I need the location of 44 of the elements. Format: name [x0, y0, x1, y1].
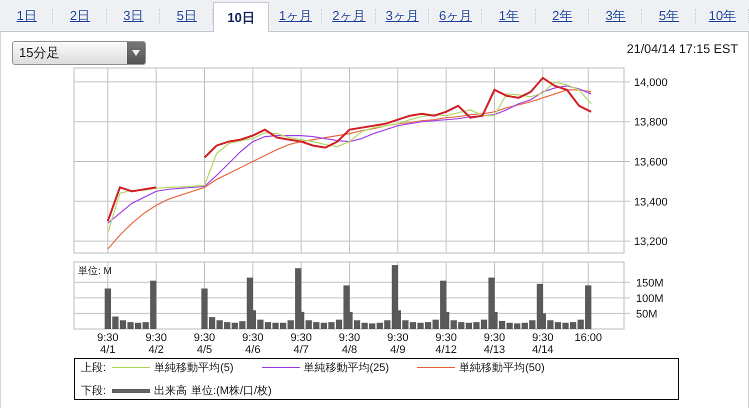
period-tab[interactable]: 5年 [642, 0, 696, 31]
axis-title: 単位: M [78, 266, 112, 277]
axis-label: 16:00 [574, 332, 602, 344]
axis-label: 13,600 [634, 156, 668, 168]
period-tab[interactable]: 3年 [588, 0, 642, 31]
timestamp: 21/04/14 17:15 EST [626, 42, 738, 56]
axis-label: 13,200 [634, 236, 668, 248]
period-tab[interactable]: 2日 [53, 0, 107, 31]
interval-dropdown[interactable]: 15分足 [12, 41, 146, 65]
axis-label: 9:30 4/1 [97, 332, 119, 356]
axis-label: 9:30 4/13 [484, 332, 506, 356]
period-tab[interactable]: 6ヶ月 [428, 0, 482, 31]
axis-label: 9:30 4/2 [145, 332, 167, 356]
axis-label: 50M [636, 308, 658, 320]
period-tab[interactable]: 1ヶ月 [268, 0, 322, 31]
axis-label: 9:30 4/5 [194, 332, 216, 356]
caret-icon [132, 50, 140, 56]
period-tab[interactable]: 2ヶ月 [322, 0, 376, 31]
legend-label: 単純移動平均(50) [459, 361, 545, 375]
legend-label: 単純移動平均(25) [304, 361, 390, 375]
axis-label: 150M [636, 277, 664, 290]
axis-label: 14,000 [634, 76, 668, 89]
legend-label: 単位:(M株/口/枚) [191, 384, 272, 398]
legend-label: 上段: [81, 361, 106, 375]
axis-label: 13,400 [634, 196, 668, 208]
axis-label: 9:30 4/9 [387, 332, 409, 356]
period-tab[interactable]: 3日 [106, 0, 160, 31]
legend-label: 下段: [81, 384, 106, 398]
axis-label: 9:30 4/7 [290, 332, 312, 356]
axis-label: 9:30 4/12 [435, 332, 457, 356]
axis-label: 9:30 4/8 [338, 332, 360, 356]
period-tab[interactable]: 1日 [0, 0, 54, 31]
axis-label: 100M [636, 292, 664, 305]
period-tab[interactable]: 3ヶ月 [376, 0, 429, 31]
axis-label: 9:30 4/14 [532, 332, 554, 356]
period-tab[interactable]: 1年 [482, 0, 536, 31]
period-tab[interactable]: 2年 [536, 0, 589, 31]
period-tab[interactable]: 10年 [696, 0, 749, 31]
legend-label: 出来高 [154, 384, 188, 398]
legend-label: 単純移動平均(5) [154, 361, 234, 375]
axis-label: 13,800 [634, 116, 668, 129]
period-tab[interactable]: 5日 [160, 0, 214, 31]
period-tab[interactable]: 10日 [213, 2, 269, 32]
axis-label: 9:30 4/6 [242, 332, 264, 356]
